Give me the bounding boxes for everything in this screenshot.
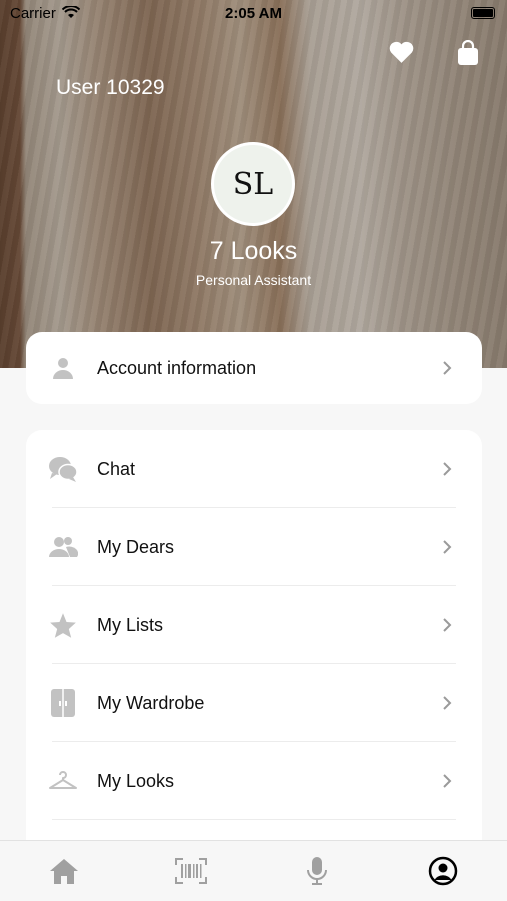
- tab-bar: [0, 840, 507, 901]
- hanger-icon: [48, 766, 78, 796]
- person-icon: [48, 353, 78, 383]
- microphone-icon[interactable]: [301, 855, 333, 887]
- chevron-right-icon: [443, 618, 452, 632]
- menu-card: Chat My Dears My Lists My Wardrobe My Lo…: [26, 430, 482, 860]
- chevron-right-icon: [443, 462, 452, 476]
- menu-item-my-dears[interactable]: My Dears: [26, 508, 482, 586]
- star-icon: [48, 610, 78, 640]
- menu-item-label: My Looks: [97, 770, 175, 791]
- status-time: 2:05 AM: [225, 5, 282, 22]
- menu-item-label: My Dears: [97, 536, 175, 557]
- people-icon: [48, 532, 78, 562]
- menu-item-my-looks[interactable]: My Looks: [26, 742, 482, 820]
- menu-item-label: My Wardrobe: [97, 692, 205, 713]
- brand-subtitle: Personal Assistant: [195, 272, 312, 288]
- menu-item-label: Chat: [97, 458, 136, 479]
- chat-icon: [48, 454, 78, 484]
- status-bar: Carrier 2:05 AM: [0, 0, 507, 26]
- profile-icon[interactable]: [427, 855, 459, 887]
- user-name: User 10329: [56, 76, 165, 99]
- menu-item-label: My Lists: [97, 614, 164, 635]
- wardrobe-icon: [48, 688, 78, 718]
- menu-item-my-lists[interactable]: My Lists: [26, 586, 482, 664]
- heart-icon[interactable]: [388, 40, 415, 64]
- divider: [52, 819, 456, 820]
- barcode-scan-icon[interactable]: [175, 855, 207, 887]
- account-card: Account information: [26, 332, 482, 404]
- chevron-right-icon: [443, 540, 452, 554]
- menu-item-my-wardrobe[interactable]: My Wardrobe: [26, 664, 482, 742]
- brand-logo: SL: [211, 142, 295, 226]
- chevron-right-icon: [443, 774, 452, 788]
- logo-monogram: SL: [232, 167, 274, 202]
- brand-name: 7 Looks: [209, 237, 298, 265]
- battery-icon: [471, 7, 495, 19]
- chevron-right-icon: [443, 361, 452, 375]
- account-information-row[interactable]: Account information: [26, 332, 482, 404]
- menu-item-chat[interactable]: Chat: [26, 430, 482, 508]
- home-icon[interactable]: [48, 855, 80, 887]
- shopping-bag-icon[interactable]: [456, 40, 480, 66]
- chevron-right-icon: [443, 696, 452, 710]
- account-information-label: Account information: [97, 357, 257, 378]
